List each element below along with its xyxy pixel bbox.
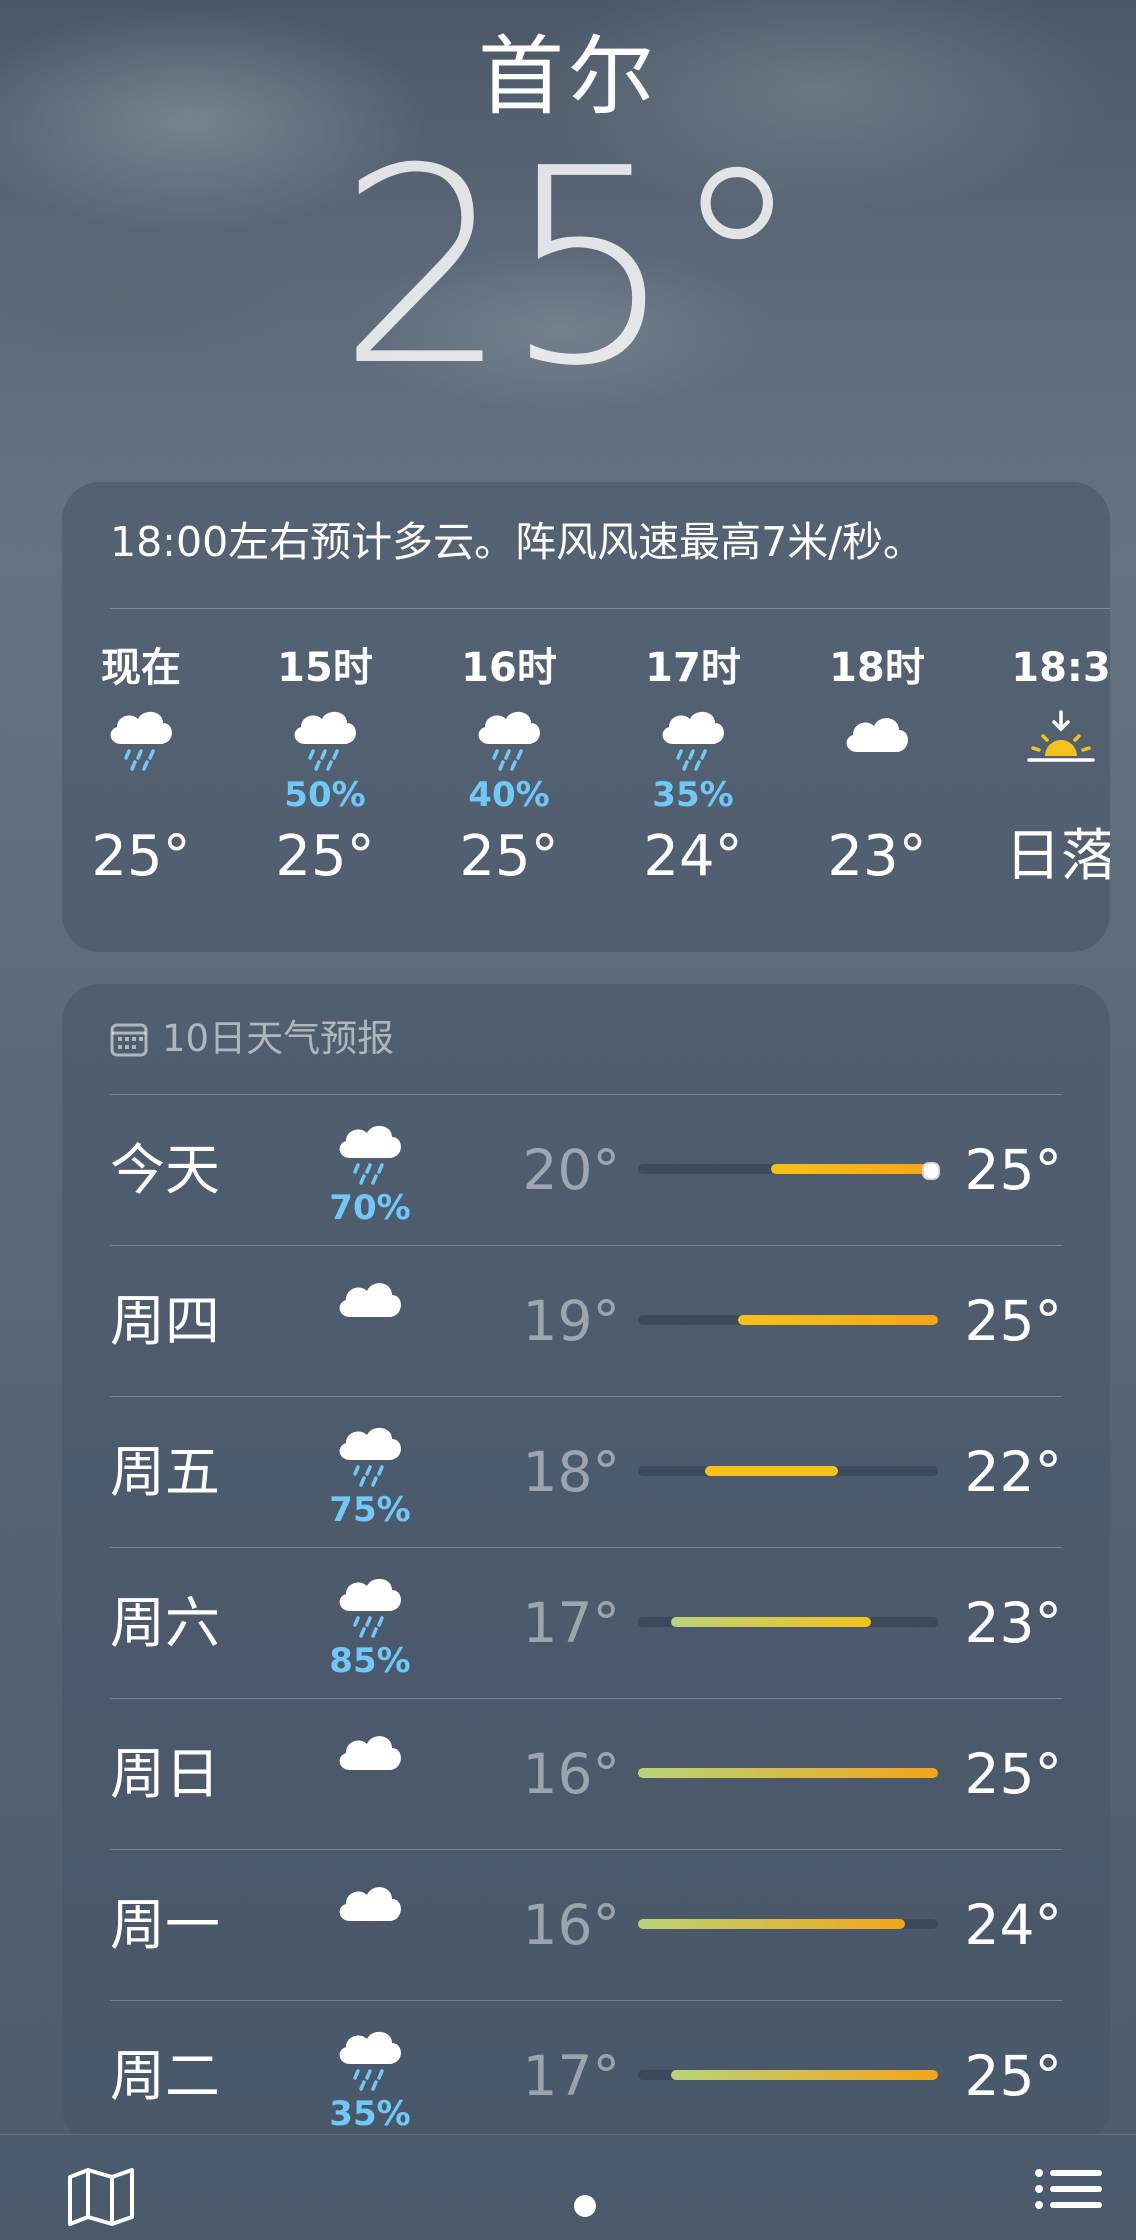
cloud-rain-icon: [334, 2030, 406, 2096]
day-row[interactable]: 周二 35% 17° 25°: [110, 2000, 1062, 2144]
hour-temperature: 24°: [643, 824, 743, 889]
ten-day-header: 10日天气预报: [110, 1014, 394, 1064]
row-divider: [110, 2000, 1062, 2001]
hour-item: 16时 40% 25°: [417, 644, 601, 892]
day-label: 周六: [110, 1591, 221, 1655]
cloud-rain-icon: [334, 1426, 406, 1492]
hour-label: 现在: [101, 645, 181, 691]
day-label: 周四: [110, 1289, 221, 1353]
day-condition: 85%: [310, 1577, 430, 1679]
day-condition: 70%: [310, 1124, 430, 1226]
day-condition: [310, 1879, 430, 1929]
day-condition: [310, 1728, 430, 1778]
page-indicator-dot[interactable]: [574, 2195, 596, 2217]
hour-item: 15时 50% 25°: [233, 644, 417, 892]
row-divider: [110, 1698, 1062, 1699]
high-temperature: 25°: [964, 1742, 1063, 1806]
hour-label: 16时: [461, 645, 557, 691]
row-divider: [110, 1547, 1062, 1548]
ten-day-forecast-card[interactable]: 10日天气预报 今天 70% 20° 25° 周四 19° 25° 周五 75% 18° 22° 周六…: [62, 984, 1110, 2144]
high-temperature: 24°: [964, 1893, 1063, 1957]
map-icon[interactable]: [66, 2167, 136, 2227]
cloud-rain-icon: [233, 710, 417, 776]
low-temperature: 16°: [522, 1742, 621, 1806]
cloud-rain-icon: [601, 710, 785, 776]
row-divider: [110, 1849, 1062, 1850]
precip-chance: [969, 776, 1110, 814]
precip-chance: 50%: [284, 775, 366, 815]
hour-label: 18时: [829, 645, 925, 691]
day-label: 周二: [110, 2044, 221, 2108]
day-label: 周日: [110, 1742, 221, 1806]
high-temperature: 25°: [964, 1138, 1063, 1202]
precip-chance: 40%: [468, 775, 550, 815]
low-temperature: 16°: [522, 1893, 621, 1957]
calendar-icon: [110, 1023, 148, 1057]
cloud-rain-icon: [334, 1577, 406, 1643]
day-condition: [310, 1275, 430, 1325]
low-temperature: 17°: [522, 2044, 621, 2108]
hour-temperature: 25°: [459, 824, 559, 889]
day-row[interactable]: 周一 16° 24°: [110, 1849, 1062, 2000]
divider: [110, 608, 1110, 609]
precip-chance: 75%: [329, 1490, 411, 1530]
high-temperature: 25°: [964, 1289, 1063, 1353]
bottom-toolbar: [0, 2134, 1136, 2240]
sunset-icon: [969, 710, 1110, 776]
cloud-icon: [334, 1879, 406, 1929]
hour-temperature: 25°: [91, 824, 191, 889]
low-temperature: 17°: [522, 1591, 621, 1655]
day-condition: 75%: [310, 1426, 430, 1528]
high-temperature: 25°: [964, 2044, 1063, 2108]
cloud-icon: [334, 1728, 406, 1778]
cloud-rain-icon: [417, 710, 601, 776]
day-row[interactable]: 周四 19° 25°: [110, 1245, 1062, 1396]
hour-label: 18:3: [1011, 645, 1110, 691]
hour-item: 17时 35% 24°: [601, 644, 785, 892]
day-row[interactable]: 周日 16° 25°: [110, 1698, 1062, 1849]
day-row[interactable]: 周六 85% 17° 23°: [110, 1547, 1062, 1698]
temperature-range-fill: [704, 1466, 838, 1476]
hour-temperature: 日落: [1005, 824, 1110, 889]
precip-chance: 35%: [652, 775, 734, 815]
low-temperature: 19°: [522, 1289, 621, 1353]
hour-item: 18时 23°: [785, 644, 969, 892]
row-divider: [110, 1396, 1062, 1397]
precip-chance: 35%: [329, 2094, 411, 2134]
temperature-range-fill: [638, 1919, 905, 1929]
day-condition: 35%: [310, 2030, 430, 2132]
cloud-icon: [334, 1275, 406, 1325]
hour-temperature: 25°: [275, 824, 375, 889]
current-temperature: 25°: [337, 110, 805, 425]
ten-day-title: 10日天气预报: [162, 1017, 395, 1060]
day-label: 今天: [110, 1138, 221, 1202]
precip-chance: 70%: [329, 1188, 411, 1228]
cloud-rain-icon: [334, 1124, 406, 1190]
hour-temperature: 23°: [827, 824, 927, 889]
precip-chance: [785, 776, 969, 814]
low-temperature: 20°: [522, 1138, 621, 1202]
row-divider: [110, 1094, 1062, 1095]
hour-item: 现在 25°: [62, 644, 233, 892]
day-row[interactable]: 周五 75% 18° 22°: [110, 1396, 1062, 1547]
day-row[interactable]: 今天 70% 20° 25°: [110, 1094, 1062, 1245]
temperature-range-fill: [671, 1617, 872, 1627]
high-temperature: 23°: [964, 1591, 1063, 1655]
precip-chance: [62, 776, 233, 814]
precip-chance: 85%: [329, 1641, 411, 1681]
weather-summary: 18:00左右预计多云。阵风风速最高7米/秒。: [110, 518, 925, 566]
cloud-icon: [785, 710, 969, 776]
day-label: 周一: [110, 1893, 221, 1957]
hourly-forecast-card[interactable]: 18:00左右预计多云。阵风风速最高7米/秒。 现在 25° 15时 50% 25° 16…: [62, 482, 1110, 952]
cloud-rain-icon: [62, 710, 233, 776]
day-label: 周五: [110, 1440, 221, 1504]
high-temperature: 22°: [964, 1440, 1063, 1504]
list-icon[interactable]: [1034, 2167, 1104, 2223]
hour-item: 18:3 日落: [969, 644, 1110, 892]
low-temperature: 18°: [522, 1440, 621, 1504]
hour-label: 15时: [277, 645, 373, 691]
hour-label: 17时: [645, 645, 741, 691]
row-divider: [110, 1245, 1062, 1246]
